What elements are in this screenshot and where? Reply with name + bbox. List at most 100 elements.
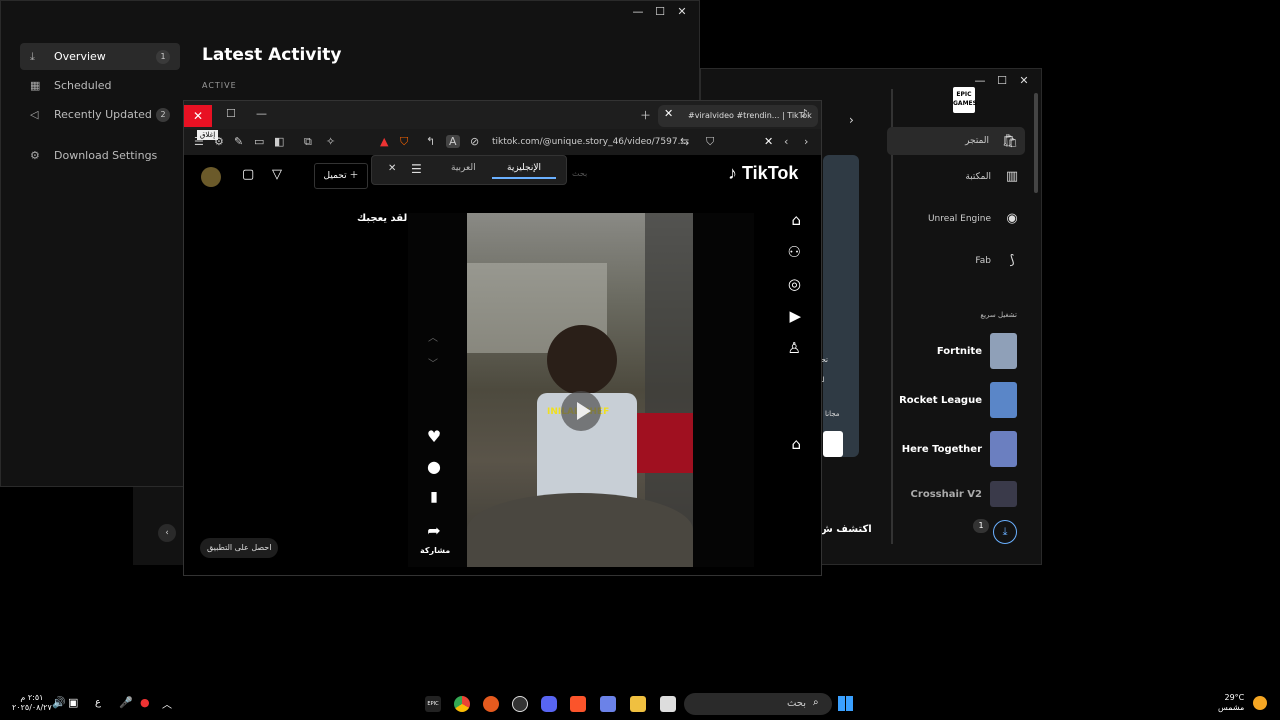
screenshot-icon[interactable]: ⧉ <box>304 135 312 149</box>
volume-icon[interactable]: 🔊 <box>52 696 66 709</box>
scrollbar[interactable] <box>1034 93 1038 193</box>
comment-icon[interactable]: ● <box>422 457 446 476</box>
back-icon[interactable]: ‹ <box>784 135 788 148</box>
game-name: Here Together <box>901 443 982 455</box>
app-icon[interactable] <box>483 696 499 712</box>
menu-icon[interactable]: ☰ <box>411 162 422 176</box>
lang-english[interactable]: الإنجليزية <box>492 163 556 179</box>
live-icon[interactable]: ▶ <box>789 307 801 325</box>
tab-tiktok[interactable]: #viralvideo #trendin... | TikTok <box>658 105 818 127</box>
friends-icon[interactable]: ⚇ <box>788 243 801 261</box>
network-icon[interactable]: ▣ <box>68 696 78 709</box>
chevron-left-icon[interactable]: ‹ <box>158 524 176 542</box>
minimize-button[interactable]: — <box>256 107 267 120</box>
window-icon[interactable] <box>660 696 676 712</box>
minimize-button[interactable]: — <box>627 3 649 21</box>
nav-scheduled[interactable]: ▦ Scheduled <box>20 72 180 99</box>
favorite-icon[interactable]: ▮ <box>422 489 446 505</box>
app-icon[interactable] <box>512 696 528 712</box>
like-icon[interactable]: ♥ <box>422 427 446 446</box>
sidebar-icon[interactable]: ◧ <box>274 135 284 148</box>
weather-widget[interactable]: 29°C مشمس <box>1218 693 1244 713</box>
window-controls: — ☐ ✕ <box>627 3 693 21</box>
play-icon[interactable] <box>561 391 601 431</box>
share-icon[interactable]: ↰ <box>426 135 435 148</box>
bookmark-icon[interactable]: ⛉ <box>706 135 714 149</box>
epic-nav-fab[interactable]: Fab ⟆ <box>975 253 1021 268</box>
new-tab-button[interactable]: ＋ <box>640 107 651 123</box>
activity-icon[interactable]: ⌂ <box>791 435 801 453</box>
library-icon: ▥ <box>1005 169 1019 184</box>
brave-shield-icon[interactable]: ⛉ <box>400 135 408 149</box>
link-icon[interactable]: ⇆ <box>680 135 689 148</box>
tracking-icon[interactable]: ⊘ <box>470 135 479 148</box>
browser-toolbar: ☰ ⚙ ✎ ▭ ◧ ⧉ ✧ ▲ ⛉ ↰ A ⊘ tiktok.com/@uniq… <box>184 129 821 155</box>
upload-button[interactable]: تحميل ＋ <box>314 163 368 189</box>
epic-lower-panel: ‹ <box>133 487 183 565</box>
epic-nav-library[interactable]: المكتبة ▥ <box>965 169 1021 184</box>
inbox-icon[interactable]: ▢ <box>242 167 254 182</box>
folder-icon[interactable] <box>630 696 646 712</box>
epic-nav-unreal[interactable]: Unreal Engine ◉ <box>928 211 1021 226</box>
maximize-button[interactable]: ☐ <box>991 72 1013 90</box>
maximize-button[interactable]: ☐ <box>226 107 236 120</box>
avatar[interactable] <box>201 167 221 187</box>
brave-icon[interactable] <box>570 696 586 712</box>
game-here-together[interactable]: Here Together <box>902 431 1017 467</box>
logo-text: TikTok <box>742 163 799 183</box>
epic-nav-store[interactable]: المتجر 🛍 <box>887 127 1025 155</box>
chevron-down-icon[interactable]: ﹀ <box>428 355 438 370</box>
unreal-icon: ◉ <box>1006 211 1018 226</box>
search-input[interactable]: بحث <box>572 169 587 178</box>
microphone-icon[interactable]: 🎤 <box>119 696 133 709</box>
game-crosshair[interactable]: Crosshair V2 <box>911 481 1017 507</box>
maximize-button[interactable]: ☐ <box>649 3 671 21</box>
browser-window: ✕ إغلاق ☐ — ＋ #viralvideo #trendin... | … <box>183 100 822 576</box>
chevron-up-icon[interactable]: ︿ <box>162 696 172 711</box>
video-wok <box>467 493 693 567</box>
forward-icon[interactable]: › <box>804 135 808 148</box>
address-bar[interactable]: tiktok.com/@unique.story_46/video/7597..… <box>492 132 692 152</box>
epic-games-taskbar-icon[interactable]: EPIC <box>425 696 441 712</box>
search-input[interactable]: بحث <box>684 693 832 715</box>
card-button[interactable] <box>823 431 843 457</box>
epic-logo[interactable]: EPIC GAMES <box>953 87 977 113</box>
vpn-icon[interactable]: ● <box>140 696 150 709</box>
windows-start-icon[interactable] <box>838 696 853 711</box>
download-icon[interactable]: ⤓ <box>993 520 1017 544</box>
close-icon[interactable]: ✕ <box>388 163 396 174</box>
game-rocket-league[interactable]: Rocket League <box>899 382 1017 418</box>
rewards-icon[interactable]: ▲ <box>380 135 388 148</box>
pin-icon[interactable]: ✎ <box>234 135 243 148</box>
close-button[interactable]: ✕ <box>671 3 693 21</box>
translate-popup: ✕ ☰ العربية الإنجليزية <box>371 155 567 185</box>
nav-recently-updated[interactable]: ◁ Recently Updated 2 <box>20 101 180 128</box>
share-icon[interactable]: ➦ <box>422 521 446 540</box>
chrome-icon[interactable] <box>454 696 470 712</box>
chevron-right-icon[interactable]: › <box>849 113 854 127</box>
home-icon[interactable]: ⌂ <box>791 211 801 229</box>
explore-icon[interactable]: ◎ <box>788 275 801 293</box>
puzzle-icon[interactable]: ✧ <box>326 135 335 148</box>
nav-overview[interactable]: ⤓ Overview 1 <box>20 43 180 70</box>
clock[interactable]: ٢:٥١ م ٢٠٢٥/٠٨/٢٧ <box>12 693 52 713</box>
filter-icon[interactable]: ▽ <box>272 167 282 182</box>
wallet-icon[interactable]: ▭ <box>254 135 264 148</box>
language-indicator[interactable]: ع <box>95 697 101 708</box>
close-button[interactable]: ✕ <box>1013 72 1035 90</box>
nav-count: 2 <box>156 107 170 122</box>
profile-icon[interactable]: ♙ <box>788 339 801 357</box>
close-tab-icon[interactable]: ✕ <box>664 107 673 120</box>
lang-arabic[interactable]: العربية <box>451 163 476 173</box>
get-app-button[interactable]: احصل على التطبيق <box>200 538 279 558</box>
tiktok-logo[interactable]: ♪ TikTok <box>728 163 798 184</box>
store-icon[interactable] <box>600 696 616 712</box>
video-player[interactable]: INILAL CHEF <box>467 213 693 567</box>
stop-icon[interactable]: ✕ <box>764 135 773 148</box>
discord-icon[interactable] <box>541 696 557 712</box>
translate-icon[interactable]: A <box>446 135 460 148</box>
game-fortnite[interactable]: Fortnite <box>937 333 1017 369</box>
chevron-up-icon[interactable]: ︿ <box>428 329 438 344</box>
close-button[interactable]: ✕ <box>184 105 212 127</box>
nav-download-settings[interactable]: ⚙ Download Settings <box>20 142 180 169</box>
